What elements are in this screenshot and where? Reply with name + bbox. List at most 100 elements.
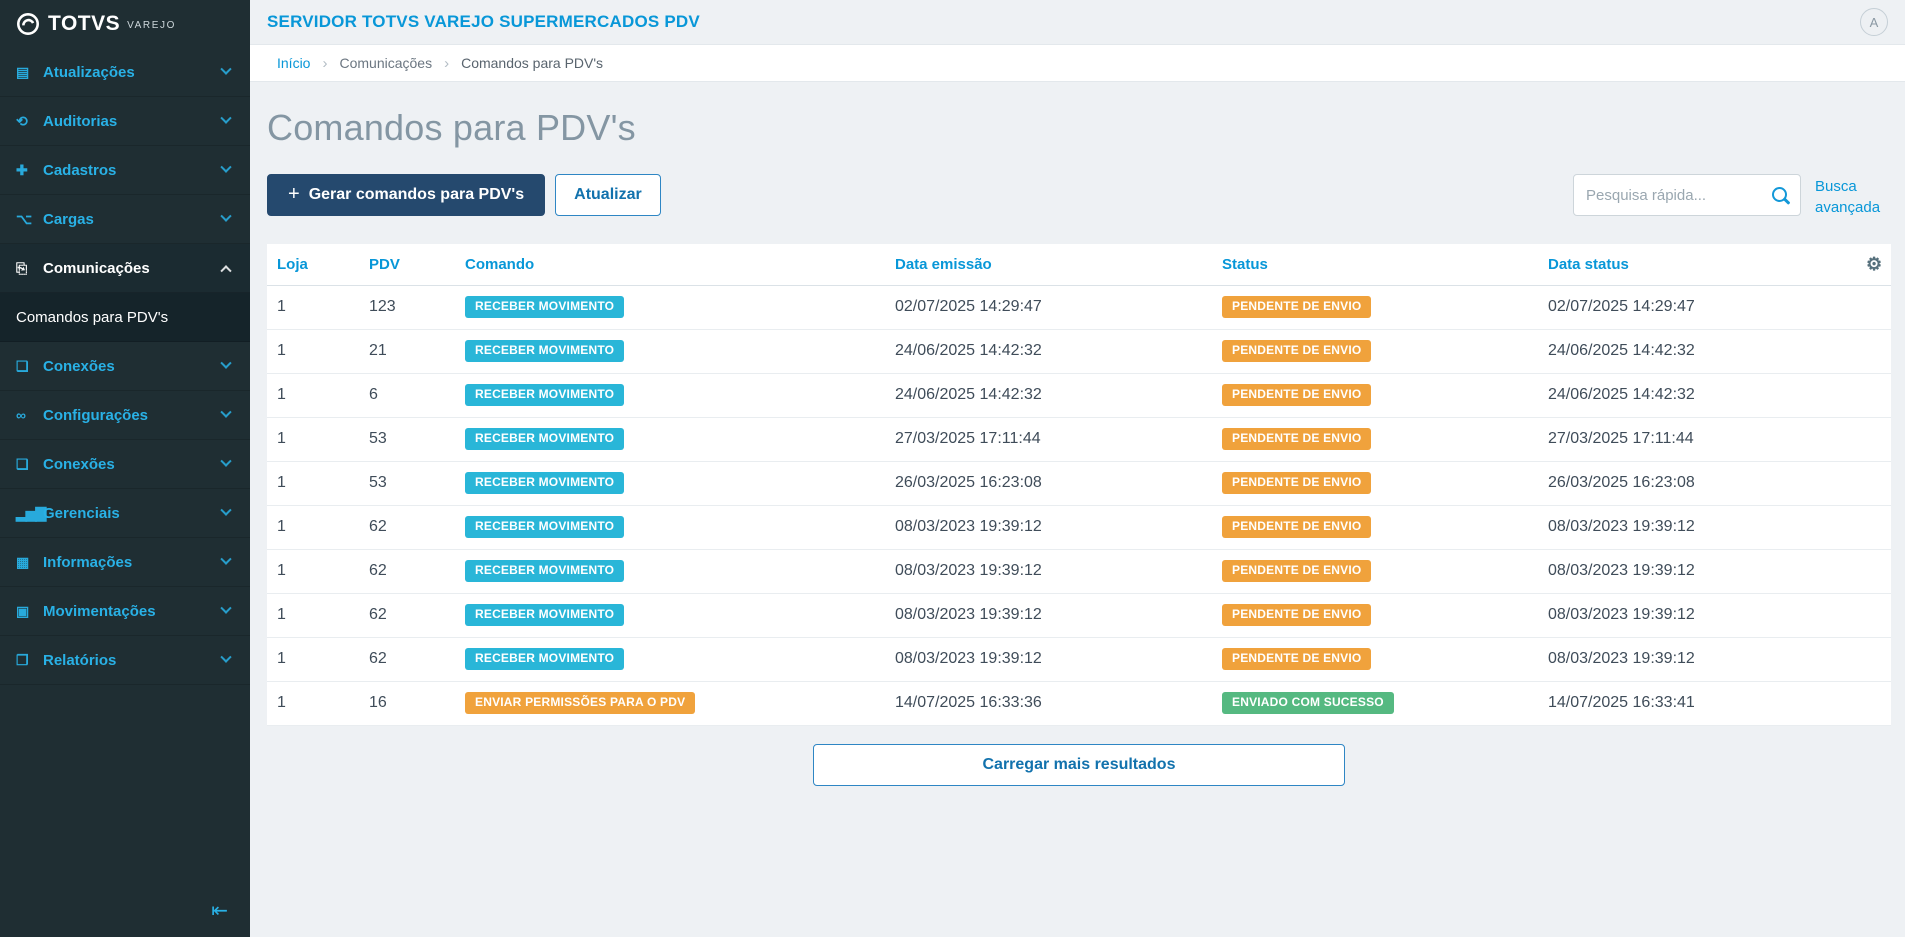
sidebar-item-informacoes[interactable]: ▦ Informações bbox=[0, 538, 250, 587]
sidebar-item-configuracoes[interactable]: ∞ Configurações bbox=[0, 391, 250, 440]
column-header[interactable]: PDV bbox=[359, 244, 455, 286]
cell-loja: 1 bbox=[267, 285, 359, 330]
comando-badge: RECEBER MOVIMENTO bbox=[465, 648, 625, 670]
cell-data-emissao: 14/07/2025 16:33:36 bbox=[885, 681, 1212, 726]
sidebar-item-cadastros[interactable]: ✚ Cadastros bbox=[0, 146, 250, 195]
cell-status: PENDENTE DE ENVIO bbox=[1212, 373, 1538, 418]
main-area: SERVIDOR TOTVS VAREJO SUPERMERCADOS PDV … bbox=[250, 0, 1905, 937]
chevron-down-icon bbox=[220, 63, 232, 75]
comando-badge: RECEBER MOVIMENTO bbox=[465, 472, 625, 494]
table-row[interactable]: 1 62 RECEBER MOVIMENTO 08/03/2023 19:39:12 P… bbox=[267, 637, 1891, 682]
sidebar-item-relatorios[interactable]: ❐ Relatórios bbox=[0, 636, 250, 685]
cell-data-status: 08/03/2023 19:39:12 bbox=[1538, 637, 1856, 682]
sidebar-item-label: Movimentações bbox=[43, 602, 156, 620]
cell-status: PENDENTE DE ENVIO bbox=[1212, 417, 1538, 462]
cell-data-emissao: 27/03/2025 17:11:44 bbox=[885, 417, 1212, 462]
chevron-down-icon bbox=[220, 161, 232, 173]
top-bar: SERVIDOR TOTVS VAREJO SUPERMERCADOS PDV … bbox=[250, 0, 1905, 44]
table-row[interactable]: 1 53 RECEBER MOVIMENTO 27/03/2025 17:11:44 P… bbox=[267, 417, 1891, 462]
cell-data-emissao: 08/03/2023 19:39:12 bbox=[885, 505, 1212, 550]
cell-data-status: 27/03/2025 17:11:44 bbox=[1538, 417, 1856, 462]
sidebar-item-label: Configurações bbox=[43, 406, 149, 424]
cell-loja: 1 bbox=[267, 417, 359, 462]
sidebar-item-conexoes[interactable]: ❏ Conexões bbox=[0, 342, 250, 391]
sidebar-item-label: Conexões bbox=[43, 455, 115, 473]
sidebar-item-movimentacoes[interactable]: ▣ Movimentações bbox=[0, 587, 250, 636]
status-badge: PENDENTE DE ENVIO bbox=[1222, 472, 1372, 494]
search-icon[interactable] bbox=[1771, 186, 1791, 206]
comando-badge: RECEBER MOVIMENTO bbox=[465, 516, 625, 538]
breadcrumb-item[interactable]: Comunicações bbox=[339, 55, 432, 71]
server-title: SERVIDOR TOTVS VAREJO SUPERMERCADOS PDV bbox=[267, 12, 700, 31]
toolbar-right: Busca avançada bbox=[1573, 174, 1891, 218]
column-header[interactable]: Loja bbox=[267, 244, 359, 286]
sidebar-item-atualizacoes[interactable]: ▤ Atualizações bbox=[0, 48, 250, 97]
comando-badge: RECEBER MOVIMENTO bbox=[465, 296, 625, 318]
cell-pdv: 123 bbox=[359, 285, 455, 330]
sidebar-item-gerenciais[interactable]: ▂▅▇ Gerenciais bbox=[0, 489, 250, 538]
chevron-down-icon bbox=[220, 357, 232, 369]
sidebar-item-comunicacoes[interactable]: ⎘ Comunicações bbox=[0, 244, 250, 293]
sidebar-item-auditorias[interactable]: ⟲ Auditorias bbox=[0, 97, 250, 146]
cell-data-status: 24/06/2025 14:42:32 bbox=[1538, 329, 1856, 374]
chevron-down-icon bbox=[220, 553, 232, 565]
cell-status: PENDENTE DE ENVIO bbox=[1212, 637, 1538, 682]
sidebar-subitem-comandos-para-pdvs[interactable]: Comandos para PDV's bbox=[0, 293, 250, 342]
cell-loja: 1 bbox=[267, 329, 359, 374]
breadcrumb-item[interactable]: Início bbox=[277, 55, 310, 71]
sidebar-item-label: Cargas bbox=[43, 210, 94, 228]
status-badge: PENDENTE DE ENVIO bbox=[1222, 296, 1372, 318]
file-export-icon: ⎘ bbox=[16, 259, 27, 276]
advanced-search-link[interactable]: Busca avançada bbox=[1815, 176, 1891, 218]
column-header[interactable]: Status bbox=[1212, 244, 1538, 286]
cell-comando: RECEBER MOVIMENTO bbox=[455, 637, 885, 682]
refresh-button[interactable]: Atualizar bbox=[555, 174, 661, 216]
load-more-button[interactable]: Carregar mais resultados bbox=[813, 743, 1345, 786]
sidebar-item-label: Conexões bbox=[43, 357, 115, 375]
generate-commands-button[interactable]: + Gerar comandos para PDV's bbox=[267, 174, 546, 216]
sidebar-item-label: Auditorias bbox=[43, 112, 118, 130]
cell-actions bbox=[1856, 285, 1891, 330]
status-badge: PENDENTE DE ENVIO bbox=[1222, 560, 1372, 582]
cell-data-status: 24/06/2025 14:42:32 bbox=[1538, 373, 1856, 418]
sidebar-item-conexoes-2[interactable]: ❏ Conexões bbox=[0, 440, 250, 489]
chevron-down-icon bbox=[220, 504, 232, 516]
cell-loja: 1 bbox=[267, 549, 359, 594]
cell-status: PENDENTE DE ENVIO bbox=[1212, 329, 1538, 374]
search-input[interactable] bbox=[1574, 175, 1800, 215]
table-row[interactable]: 1 123 RECEBER MOVIMENTO 02/07/2025 14:29:47… bbox=[267, 285, 1891, 330]
grid-icon: ▤ bbox=[16, 63, 29, 80]
collapse-sidebar-icon[interactable]: ⇤ bbox=[211, 901, 228, 921]
sidebar-menu: ▤ Atualizações ⟲ Auditorias ✚ Cadastros ⌥ Carga… bbox=[0, 48, 250, 685]
status-badge: PENDENTE DE ENVIO bbox=[1222, 604, 1372, 626]
cell-loja: 1 bbox=[267, 681, 359, 726]
table-row[interactable]: 1 16 ENVIAR PERMISSÕES PARA O PDV 14/07/202… bbox=[267, 681, 1891, 726]
cell-loja: 1 bbox=[267, 593, 359, 638]
user-avatar[interactable]: A bbox=[1860, 8, 1888, 36]
comando-badge: RECEBER MOVIMENTO bbox=[465, 384, 625, 406]
sidebar-item-cargas[interactable]: ⌥ Cargas bbox=[0, 195, 250, 244]
table-row[interactable]: 1 62 RECEBER MOVIMENTO 08/03/2023 19:39:12 P… bbox=[267, 549, 1891, 594]
column-header[interactable]: Data emissão bbox=[885, 244, 1212, 286]
cell-comando: RECEBER MOVIMENTO bbox=[455, 417, 885, 462]
status-badge: PENDENTE DE ENVIO bbox=[1222, 340, 1372, 362]
table-row[interactable]: 1 21 RECEBER MOVIMENTO 24/06/2025 14:42:32 P… bbox=[267, 329, 1891, 374]
chevron-down-icon bbox=[220, 210, 232, 222]
commands-table-card: Loja PDV Comando Data emissão Status Data sta… bbox=[267, 244, 1891, 726]
table-row[interactable]: 1 53 RECEBER MOVIMENTO 26/03/2025 16:23:08 P… bbox=[267, 461, 1891, 506]
table-row[interactable]: 1 62 RECEBER MOVIMENTO 08/03/2023 19:39:12 P… bbox=[267, 505, 1891, 550]
table-row[interactable]: 1 6 RECEBER MOVIMENTO 24/06/2025 14:42:32 PE… bbox=[267, 373, 1891, 418]
sidebar-item-label: Cadastros bbox=[43, 161, 117, 179]
chevron-down-icon bbox=[220, 455, 232, 467]
chart-icon: ▂▅▇ bbox=[16, 504, 46, 521]
cell-pdv: 53 bbox=[359, 461, 455, 506]
gear-icon[interactable]: ⚙ bbox=[1866, 254, 1882, 274]
comando-badge: RECEBER MOVIMENTO bbox=[465, 340, 625, 362]
history-icon: ⟲ bbox=[16, 112, 28, 129]
table-body: 1 123 RECEBER MOVIMENTO 02/07/2025 14:29:47… bbox=[267, 285, 1891, 726]
column-header[interactable]: Comando bbox=[455, 244, 885, 286]
sidebar-item-label: Atualizações bbox=[43, 63, 135, 81]
column-header[interactable]: Data status bbox=[1538, 244, 1856, 286]
comando-badge: ENVIAR PERMISSÕES PARA O PDV bbox=[465, 692, 696, 714]
table-row[interactable]: 1 62 RECEBER MOVIMENTO 08/03/2023 19:39:12 P… bbox=[267, 593, 1891, 638]
